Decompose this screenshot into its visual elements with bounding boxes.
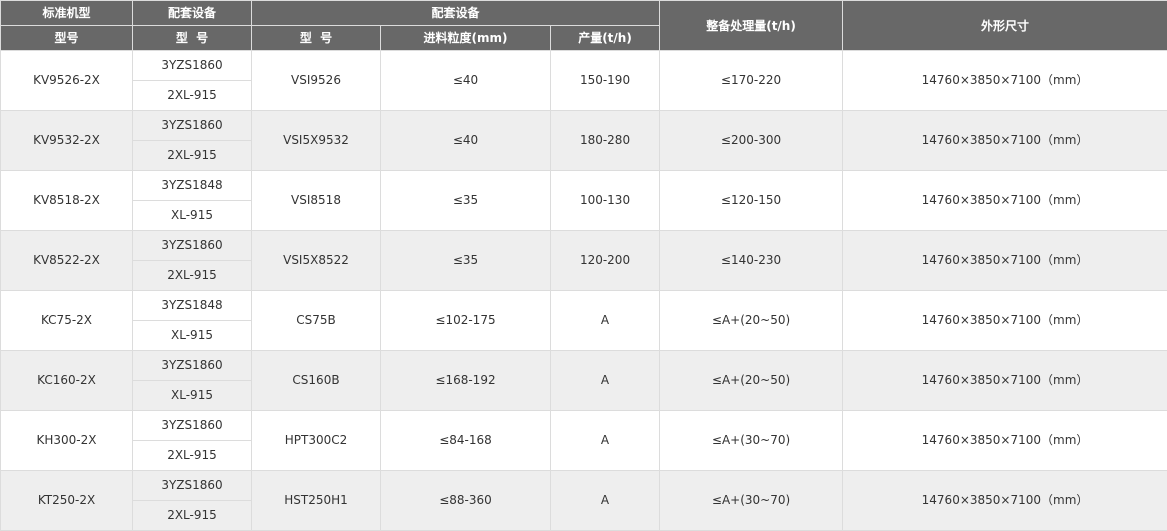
cell-dims: 14760×3850×7100（mm）	[842, 290, 1167, 351]
cell-equip-b: XL-915	[132, 380, 252, 411]
cell-equip-b: 2XL-915	[132, 80, 252, 111]
cell-equip-b: 2XL-915	[132, 140, 252, 171]
table-body: KV9526-2X 3YZS1860 VSI9526 ≤40 150-190 ≤…	[0, 50, 1167, 531]
cell-model: KV8518-2X	[0, 170, 133, 231]
cell-model: KH300-2X	[0, 410, 133, 471]
cell-model: KV9526-2X	[0, 50, 133, 111]
cell-model: KV9532-2X	[0, 110, 133, 171]
cell-capacity: ≤200-300	[659, 110, 844, 171]
cell-dims: 14760×3850×7100（mm）	[842, 110, 1167, 171]
cell-equip-b: XL-915	[132, 320, 252, 351]
cell-output: 100-130	[549, 170, 661, 231]
header-feed-size: 进料粒度(mm)	[380, 25, 551, 51]
cell-capacity: ≤A+(20~50)	[659, 290, 844, 351]
table-row: KV9532-2X 3YZS1860 VSI5X9532 ≤40 180-280…	[0, 110, 1167, 171]
cell-equip-a: 3YZS1860	[132, 110, 252, 141]
table-row: KV8518-2X 3YZS1848 VSI8518 ≤35 100-130 ≤…	[0, 170, 1167, 231]
cell-capacity: ≤140-230	[659, 230, 844, 291]
cell-feed: ≤84-168	[380, 410, 551, 471]
cell-vsi: VSI5X8522	[251, 230, 381, 291]
cell-dims: 14760×3850×7100（mm）	[842, 350, 1167, 411]
cell-feed: ≤35	[380, 230, 551, 291]
header-equip-model-2: 型 号	[251, 25, 381, 51]
cell-dims: 14760×3850×7100（mm）	[842, 410, 1167, 471]
cell-feed: ≤40	[380, 110, 551, 171]
cell-equip-b: 2XL-915	[132, 440, 252, 471]
cell-capacity: ≤A+(30~70)	[659, 470, 844, 531]
cell-feed: ≤35	[380, 170, 551, 231]
cell-feed: ≤102-175	[380, 290, 551, 351]
table-row: KV8522-2X 3YZS1860 VSI5X8522 ≤35 120-200…	[0, 230, 1167, 291]
table-row: KC160-2X 3YZS1860 CS160B ≤168-192 A ≤A+(…	[0, 350, 1167, 411]
cell-vsi: HPT300C2	[251, 410, 381, 471]
cell-vsi: CS160B	[251, 350, 381, 411]
cell-output: 120-200	[549, 230, 661, 291]
cell-capacity: ≤120-150	[659, 170, 844, 231]
header-std-model-bottom: 型号	[0, 25, 133, 51]
cell-output: 150-190	[549, 50, 661, 111]
cell-dims: 14760×3850×7100（mm）	[842, 50, 1167, 111]
header-dimensions: 外形尺寸	[842, 0, 1167, 51]
header-row-top: 标准机型 配套设备 配套设备 整备处理量(t/h) 外形尺寸	[0, 0, 1167, 51]
table-row: KC75-2X 3YZS1848 CS75B ≤102-175 A ≤A+(20…	[0, 290, 1167, 351]
cell-capacity: ≤A+(30~70)	[659, 410, 844, 471]
cell-model: KV8522-2X	[0, 230, 133, 291]
cell-equip-a: 3YZS1848	[132, 290, 252, 321]
cell-dims: 14760×3850×7100（mm）	[842, 470, 1167, 531]
cell-dims: 14760×3850×7100（mm）	[842, 230, 1167, 291]
cell-equip-a: 3YZS1848	[132, 170, 252, 201]
cell-model: KC75-2X	[0, 290, 133, 351]
cell-vsi: HST250H1	[251, 470, 381, 531]
cell-equip-a: 3YZS1860	[132, 50, 252, 81]
cell-dims: 14760×3850×7100（mm）	[842, 170, 1167, 231]
cell-capacity: ≤A+(20~50)	[659, 350, 844, 411]
header-equip-group-1: 配套设备	[132, 0, 252, 26]
spec-table: 标准机型 配套设备 配套设备 整备处理量(t/h) 外形尺寸 型号 型 号 型 …	[0, 0, 1167, 531]
cell-equip-b: 2XL-915	[132, 260, 252, 291]
cell-output: 180-280	[549, 110, 661, 171]
header-equip-group-2: 配套设备	[250, 0, 661, 26]
cell-feed: ≤88-360	[380, 470, 551, 531]
cell-output: A	[549, 470, 661, 531]
table-header: 标准机型 配套设备 配套设备 整备处理量(t/h) 外形尺寸 型号 型 号 型 …	[0, 0, 1167, 51]
cell-model: KC160-2X	[0, 350, 133, 411]
cell-equip-b: 2XL-915	[132, 500, 252, 531]
cell-feed: ≤168-192	[380, 350, 551, 411]
table-row: KT250-2X 3YZS1860 HST250H1 ≤88-360 A ≤A+…	[0, 470, 1167, 531]
cell-vsi: CS75B	[251, 290, 381, 351]
cell-output: A	[549, 350, 661, 411]
table-row: KV9526-2X 3YZS1860 VSI9526 ≤40 150-190 ≤…	[0, 50, 1167, 111]
cell-vsi: VSI9526	[251, 50, 381, 111]
header-equip-model-1: 型 号	[132, 25, 252, 51]
header-output: 产量(t/h)	[549, 25, 661, 51]
cell-equip-a: 3YZS1860	[132, 230, 252, 261]
header-std-model-top: 标准机型	[0, 0, 133, 26]
cell-vsi: VSI8518	[251, 170, 381, 231]
cell-feed: ≤40	[380, 50, 551, 111]
cell-capacity: ≤170-220	[659, 50, 844, 111]
header-capacity: 整备处理量(t/h)	[659, 0, 844, 51]
cell-model: KT250-2X	[0, 470, 133, 531]
cell-vsi: VSI5X9532	[251, 110, 381, 171]
cell-equip-a: 3YZS1860	[132, 350, 252, 381]
cell-equip-a: 3YZS1860	[132, 470, 252, 501]
cell-equip-b: XL-915	[132, 200, 252, 231]
cell-output: A	[549, 410, 661, 471]
cell-output: A	[549, 290, 661, 351]
cell-equip-a: 3YZS1860	[132, 410, 252, 441]
table-row: KH300-2X 3YZS1860 HPT300C2 ≤84-168 A ≤A+…	[0, 410, 1167, 471]
